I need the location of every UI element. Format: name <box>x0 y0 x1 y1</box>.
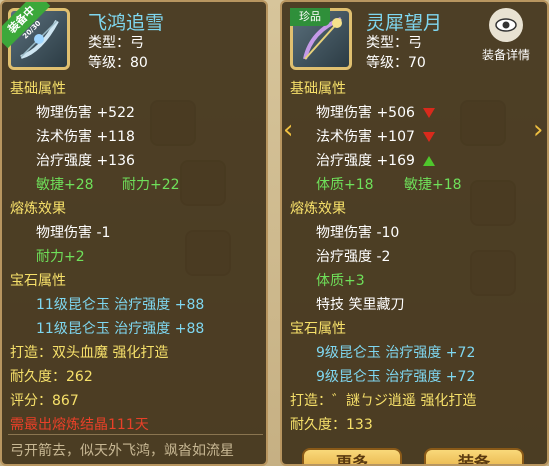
divider <box>8 434 263 435</box>
bonus-stat: 敏捷+28 <box>36 177 94 193</box>
bonus-stat: 敏捷+18 <box>404 177 462 193</box>
refine-bonus: 耐力+2 <box>36 249 85 265</box>
durability: 耐久度：262 <box>10 369 93 385</box>
stat-value: -10 <box>376 225 400 241</box>
equip-button[interactable]: 装备 <box>424 448 524 464</box>
stat-label: 物理伤害 <box>36 105 92 121</box>
item-level: 等级：70 <box>366 55 426 71</box>
stat-value: +169 <box>376 153 415 169</box>
stat-label: 治疗强度 <box>36 153 92 169</box>
stat-row: 物理伤害 -1 <box>36 222 110 242</box>
refine-effects-header: 熔炼效果 <box>10 201 66 217</box>
stat-label: 法术伤害 <box>36 129 92 145</box>
status-ribbon-wrap: 装备中 20/30 <box>2 2 56 56</box>
item-type: 类型：弓 <box>366 35 422 51</box>
stat-row: 物理伤害 +522 <box>36 102 135 122</box>
stat-value: -2 <box>376 249 391 265</box>
gem-row: 9级昆仑玉 治疗强度 +72 <box>316 369 476 385</box>
increase-arrow-icon <box>423 156 436 166</box>
stat-value: +506 <box>376 105 415 121</box>
gem-attributes-header: 宝石属性 <box>10 273 66 289</box>
refine-warning: 需最出熔炼结晶111天 <box>10 417 149 433</box>
stat-label: 治疗强度 <box>316 249 372 265</box>
prev-item-arrow[interactable]: ‹ <box>283 115 299 145</box>
stat-row: 物理伤害 +506 <box>316 102 436 122</box>
basic-attributes-header: 基础属性 <box>290 81 346 97</box>
equipped-item-panel: 装备中 20/30 飞鸿追雪 类型：弓 等级：80 基础属性 物理伤害 +522… <box>0 0 268 466</box>
stat-value: -1 <box>96 225 111 241</box>
stat-value: +118 <box>96 129 135 145</box>
stat-label: 治疗强度 <box>316 153 372 169</box>
compare-item-panel: 珍品 灵犀望月 类型：弓 等级：70 装备详情 基础属性 物理伤害 +506 法… <box>280 0 549 466</box>
item-description: 弓开箭去，似天外飞鸿，飒沓如流星 <box>10 443 234 459</box>
gem-row: 9级昆仑玉 治疗强度 +72 <box>316 345 476 361</box>
stat-value: +136 <box>96 153 135 169</box>
item-level: 等级：80 <box>88 55 148 71</box>
gem-row: 11级昆仑玉 治疗强度 +88 <box>36 297 205 313</box>
stat-row: 法术伤害 +118 <box>36 126 135 146</box>
gem-attributes-header: 宝石属性 <box>290 321 346 337</box>
stat-row: 法术伤害 +107 <box>316 126 436 146</box>
item-type: 类型：弓 <box>88 35 144 51</box>
stat-row: 治疗强度 -2 <box>316 246 390 266</box>
equipment-details-button[interactable]: 装备详情 <box>471 8 541 64</box>
stat-value: +522 <box>96 105 135 121</box>
bonus-stat: 耐力+22 <box>122 177 180 193</box>
decrease-arrow-icon <box>423 108 436 118</box>
stat-value: +107 <box>376 129 415 145</box>
decrease-arrow-icon <box>423 132 436 142</box>
stat-label: 物理伤害 <box>316 105 372 121</box>
gem-row: 11级昆仑玉 治疗强度 +88 <box>36 321 205 337</box>
bonus-stat: 体质+18 <box>316 177 374 193</box>
refine-effects-header: 熔炼效果 <box>290 201 346 217</box>
next-item-arrow[interactable]: › <box>533 115 549 145</box>
durability: 耐久度：133 <box>290 417 373 433</box>
stat-label: 物理伤害 <box>316 225 372 241</box>
equipped-status-ribbon: 装备中 20/30 <box>2 2 51 49</box>
stat-row: 治疗强度 +136 <box>36 150 135 170</box>
rarity-badge: 珍品 <box>290 8 330 26</box>
more-button[interactable]: 更多 <box>302 448 402 464</box>
refine-bonus: 体质+3 <box>316 273 365 289</box>
stat-label: 法术伤害 <box>316 129 372 145</box>
stat-row: 治疗强度 +169 <box>316 150 436 170</box>
forge-info: 打造：゛謎ㄅジ逍遥 强化打造 <box>290 393 477 409</box>
basic-attributes-header: 基础属性 <box>10 81 66 97</box>
eye-icon <box>489 8 523 42</box>
forge-info: 打造：双头血魔 强化打造 <box>10 345 169 361</box>
score: 评分：867 <box>10 393 79 409</box>
stat-row: 物理伤害 -10 <box>316 222 399 242</box>
special-skill: 特技 笑里藏刀 <box>316 297 405 313</box>
details-label: 装备详情 <box>481 48 530 62</box>
item-name: 灵犀望月 <box>366 12 443 34</box>
stat-label: 物理伤害 <box>36 225 92 241</box>
item-name: 飞鸿追雪 <box>88 12 165 34</box>
